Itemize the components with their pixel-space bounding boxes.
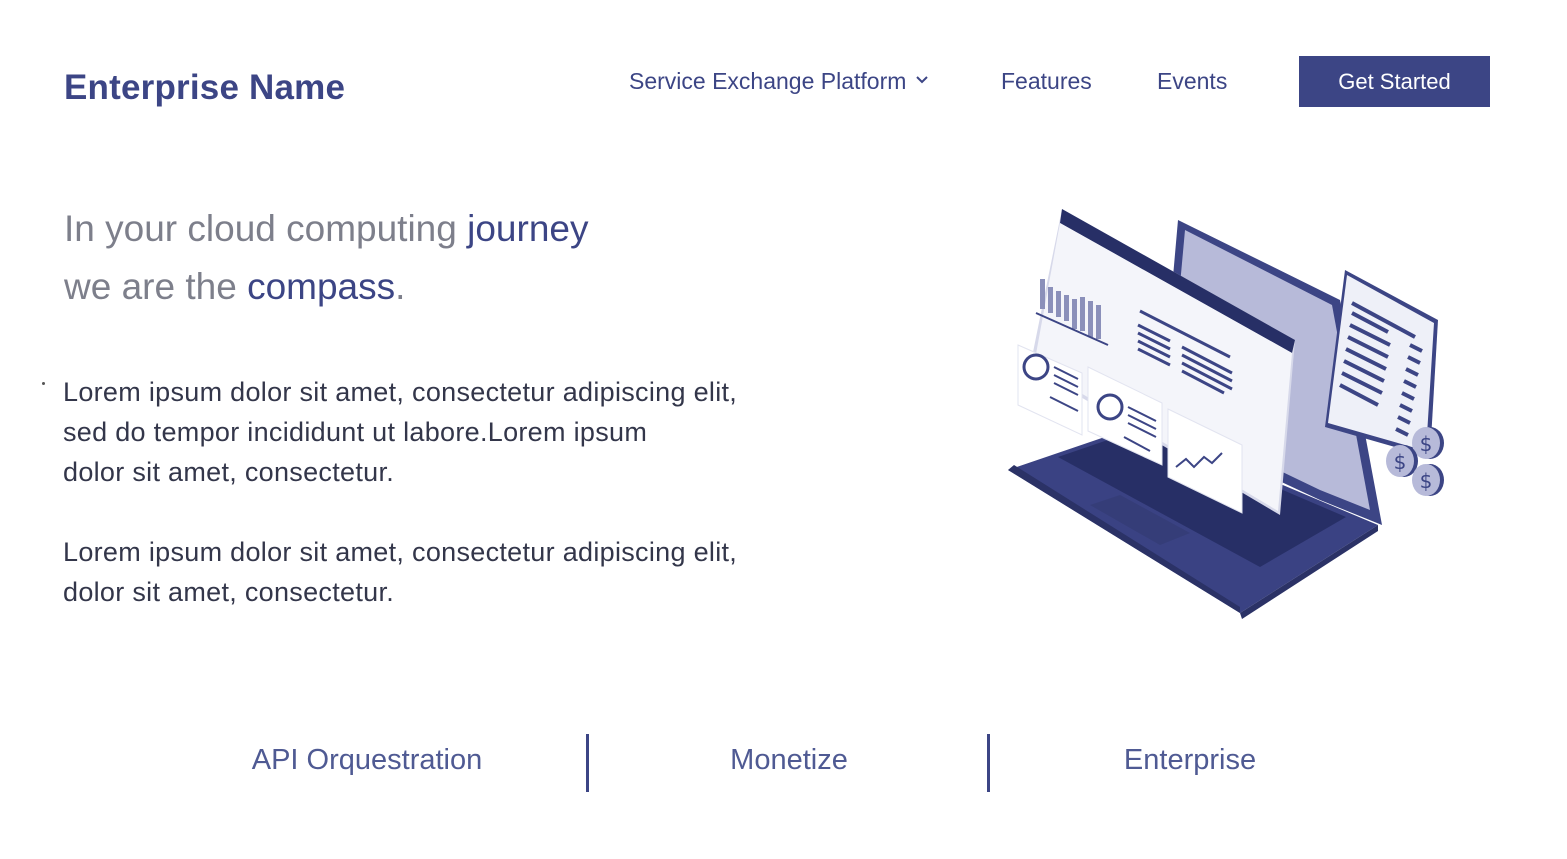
svg-text:$: $	[1420, 432, 1433, 456]
nav-item-service-exchange-platform[interactable]: Service Exchange Platform	[629, 64, 930, 98]
tab-divider	[586, 734, 589, 792]
headline-emphasis-compass: compass	[247, 266, 396, 307]
feature-tabs: API Orquestration Monetize Enterprise	[0, 730, 1567, 794]
bullet-dot	[42, 382, 45, 385]
headline-line2-suffix: .	[395, 266, 406, 307]
hero-headline: In your cloud computing journey we are t…	[64, 200, 588, 316]
tab-enterprise[interactable]: Enterprise	[1124, 744, 1256, 777]
headline-emphasis-journey: journey	[467, 208, 589, 249]
get-started-button[interactable]: Get Started	[1299, 56, 1490, 107]
paragraph-1-line-1: Lorem ipsum dolor sit amet, consectetur …	[63, 377, 738, 407]
paragraph-1-line-2: sed do tempor incididunt ut labore.Lorem…	[63, 417, 648, 447]
paragraph-2-line-1: Lorem ipsum dolor sit amet, consectetur …	[63, 537, 738, 567]
nav-item-events[interactable]: Events	[1157, 64, 1227, 98]
hero-paragraph-1: Lorem ipsum dolor sit amet, consectetur …	[63, 372, 863, 492]
headline-line2-prefix: we are the	[64, 266, 248, 307]
hero-paragraph-2: Lorem ipsum dolor sit amet, consectetur …	[63, 532, 863, 612]
svg-text:$: $	[1394, 450, 1407, 474]
nav-item-features[interactable]: Features	[1001, 64, 1092, 98]
paragraph-2-line-2: dolor sit amet, consectetur.	[63, 577, 395, 607]
tab-divider	[987, 734, 990, 792]
paragraph-1-line-3: dolor sit amet, consectetur.	[63, 457, 395, 487]
chevron-down-icon	[916, 76, 929, 84]
nav-item-label: Service Exchange Platform	[629, 68, 907, 94]
headline-line1-prefix: In your cloud computing	[64, 208, 468, 249]
tab-api-orquestration[interactable]: API Orquestration	[252, 744, 483, 777]
brand-name[interactable]: Enterprise Name	[64, 68, 345, 108]
tab-monetize[interactable]: Monetize	[730, 744, 848, 777]
svg-text:$: $	[1420, 469, 1433, 493]
laptop-dashboard-illustration: $ $ $	[1008, 209, 1444, 619]
